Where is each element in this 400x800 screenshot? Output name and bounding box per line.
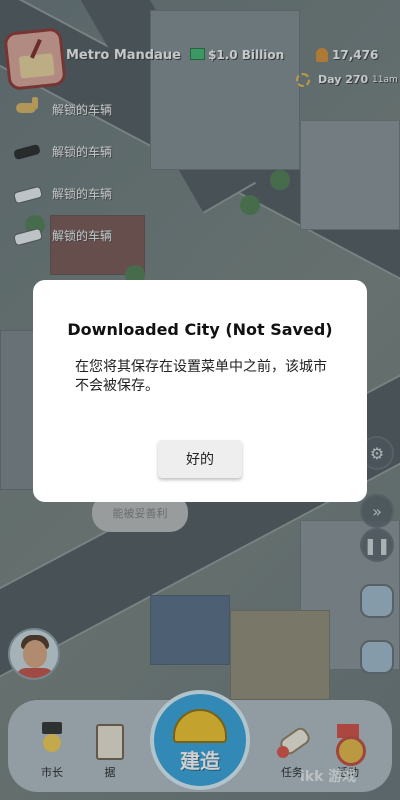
ok-button[interactable]: 好的 — [158, 440, 242, 478]
downloaded-city-dialog: Downloaded City (Not Saved) 在您将其保存在设置菜单中… — [33, 280, 367, 502]
dialog-title: Downloaded City (Not Saved) — [67, 320, 333, 339]
dialog-message: 在您将其保存在设置菜单中之前，该城市不会被保存。 — [75, 359, 327, 394]
